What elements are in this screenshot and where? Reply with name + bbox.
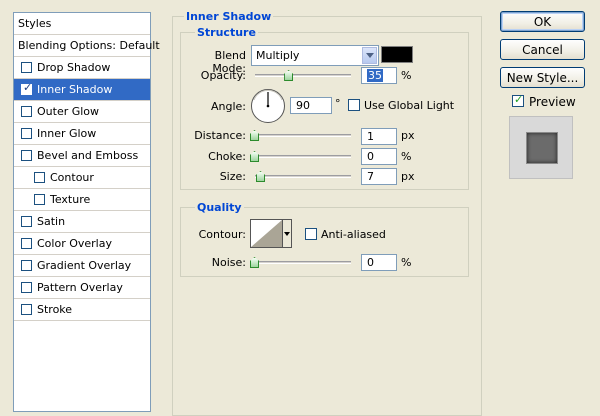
styles-list-item[interactable]: Texture bbox=[14, 189, 150, 211]
opacity-input[interactable]: 35 bbox=[361, 67, 397, 84]
angle-unit: ° bbox=[335, 97, 341, 110]
distance-slider-track[interactable] bbox=[255, 134, 351, 137]
choke-label: Choke: bbox=[208, 150, 246, 163]
preview-checkbox[interactable]: ✓ bbox=[512, 93, 524, 107]
styles-list-item[interactable]: ✓ Inner Shadow bbox=[14, 79, 150, 101]
style-checkbox[interactable]: ✓ bbox=[21, 81, 33, 95]
style-label: Bevel and Emboss bbox=[37, 149, 139, 162]
ok-button[interactable]: OK bbox=[500, 11, 585, 32]
style-label: Stroke bbox=[37, 303, 73, 316]
anti-aliased-checkbox[interactable] bbox=[305, 228, 317, 240]
style-label: Inner Shadow bbox=[37, 83, 113, 96]
noise-label: Noise: bbox=[211, 256, 246, 269]
styles-list: Styles Blending Options: Default Drop Shad… bbox=[13, 12, 160, 412]
style-label: Blending Options: Default bbox=[18, 39, 160, 52]
style-preview bbox=[509, 116, 573, 179]
inner-shadow-title: Inner Shadow bbox=[184, 10, 274, 23]
styles-list-item[interactable]: Pattern Overlay bbox=[14, 277, 150, 299]
styles-list-item[interactable]: Contour bbox=[14, 167, 150, 189]
preview-swatch bbox=[526, 132, 558, 164]
style-label: Color Overlay bbox=[37, 237, 112, 250]
noise-slider-track[interactable] bbox=[255, 261, 351, 264]
style-checkbox[interactable] bbox=[21, 282, 32, 293]
style-checkbox[interactable] bbox=[21, 216, 32, 227]
checkmark-icon: ✓ bbox=[514, 93, 524, 106]
style-label: Outer Glow bbox=[37, 105, 100, 118]
noise-input[interactable]: 0 bbox=[361, 254, 397, 271]
use-global-light-label: Use Global Light bbox=[364, 99, 455, 112]
shadow-color-swatch[interactable] bbox=[381, 46, 413, 63]
opacity-unit: % bbox=[401, 69, 412, 82]
styles-list-header: Styles bbox=[14, 13, 150, 35]
angle-dial[interactable] bbox=[250, 88, 286, 124]
style-label: Satin bbox=[37, 215, 66, 228]
styles-list-item[interactable]: Outer Glow bbox=[14, 101, 150, 123]
styles-list-item[interactable]: Bevel and Emboss bbox=[14, 145, 150, 167]
style-label: Drop Shadow bbox=[37, 61, 111, 74]
style-checkbox[interactable] bbox=[21, 62, 32, 73]
new-style-button[interactable]: New Style... bbox=[500, 67, 585, 88]
choke-unit: % bbox=[401, 150, 412, 163]
styles-list-item[interactable]: Color Overlay bbox=[14, 233, 150, 255]
styles-list-item[interactable]: Drop Shadow bbox=[14, 57, 150, 79]
styles-list-item[interactable]: Stroke bbox=[14, 299, 150, 321]
style-label: Pattern Overlay bbox=[37, 281, 123, 294]
style-label: Contour bbox=[50, 171, 94, 184]
contour-picker[interactable] bbox=[250, 219, 283, 248]
size-input[interactable]: 7 bbox=[361, 168, 397, 185]
angle-input[interactable]: 90 bbox=[290, 97, 332, 114]
choke-slider-track[interactable] bbox=[255, 155, 351, 158]
chevron-down-icon bbox=[284, 231, 290, 236]
contour-label: Contour: bbox=[198, 228, 246, 241]
style-checkbox[interactable] bbox=[21, 106, 32, 117]
style-checkbox[interactable] bbox=[34, 172, 45, 183]
distance-label: Distance: bbox=[194, 129, 246, 142]
blend-mode-select[interactable]: Multiply bbox=[251, 45, 379, 66]
style-checkbox[interactable] bbox=[34, 194, 45, 205]
distance-input[interactable]: 1 bbox=[361, 128, 397, 145]
size-label: Size: bbox=[219, 170, 246, 183]
noise-unit: % bbox=[401, 256, 412, 269]
style-checkbox[interactable] bbox=[21, 150, 32, 161]
size-slider-track[interactable] bbox=[255, 175, 351, 178]
style-checkbox[interactable] bbox=[21, 128, 32, 139]
anti-aliased-label: Anti-aliased bbox=[321, 228, 386, 241]
styles-list-item[interactable]: Gradient Overlay bbox=[14, 255, 150, 277]
chevron-down-icon[interactable] bbox=[362, 47, 377, 64]
style-label: Gradient Overlay bbox=[37, 259, 132, 272]
style-checkbox[interactable] bbox=[21, 238, 32, 249]
use-global-light-checkbox[interactable] bbox=[348, 99, 360, 111]
angle-label: Angle: bbox=[210, 100, 246, 113]
style-checkbox[interactable] bbox=[21, 304, 32, 315]
styles-list-item[interactable]: Satin bbox=[14, 211, 150, 233]
structure-title: Structure bbox=[195, 26, 258, 39]
choke-input[interactable]: 0 bbox=[361, 148, 397, 165]
contour-dropdown-button[interactable] bbox=[283, 219, 292, 248]
style-label: Texture bbox=[50, 193, 91, 206]
style-checkbox[interactable] bbox=[21, 260, 32, 271]
opacity-label: Opacity: bbox=[200, 69, 246, 82]
quality-title: Quality bbox=[195, 201, 244, 214]
styles-list-item[interactable]: Blending Options: Default bbox=[14, 35, 160, 57]
blend-mode-value: Multiply bbox=[256, 49, 300, 62]
preview-label: Preview bbox=[529, 95, 576, 109]
cancel-button[interactable]: Cancel bbox=[500, 39, 585, 60]
styles-list-item[interactable]: Inner Glow bbox=[14, 123, 150, 145]
distance-unit: px bbox=[401, 129, 415, 142]
style-label: Inner Glow bbox=[37, 127, 97, 140]
checkmark-icon: ✓ bbox=[23, 81, 33, 94]
opacity-slider-track[interactable] bbox=[255, 74, 351, 77]
size-unit: px bbox=[401, 170, 415, 183]
contour-preview-icon bbox=[251, 220, 282, 247]
